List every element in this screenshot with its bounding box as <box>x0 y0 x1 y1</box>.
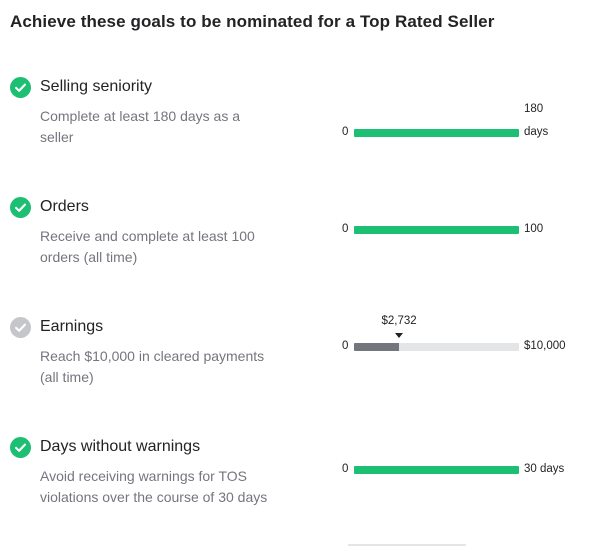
goal-description: Receive and complete at least 100 orders… <box>40 228 255 265</box>
progress-bar: $2,732 0 $10,000 <box>340 314 590 374</box>
bar-start-label: 0 <box>342 463 349 475</box>
goal-earnings: Earnings Reach $10,000 in cleared paymen… <box>0 314 593 427</box>
goal-description: Reach $10,000 in cleared payments (all t… <box>40 348 265 385</box>
bar-end-unit: days <box>524 126 549 138</box>
goal-selling-seniority: Selling seniority Complete at least 180 … <box>0 77 593 187</box>
goal-orders: Orders Receive and complete at least 100… <box>0 197 593 307</box>
bar-end-label: 30 days <box>524 463 565 475</box>
bar-end-value: 180 <box>524 103 544 115</box>
bar-end-label: $10,000 <box>524 340 566 352</box>
check-circle-icon <box>10 437 31 458</box>
bar-fill <box>354 343 400 351</box>
goal-name: Earnings <box>40 318 104 335</box>
page-title: Achieve these goals to be nominated for … <box>10 12 495 31</box>
bar-start-label: 0 <box>342 126 349 138</box>
bar-start-label: 0 <box>342 340 349 352</box>
goal-name: Selling seniority <box>40 78 153 95</box>
goal-name: Orders <box>40 198 89 215</box>
goal-description: Complete at least 180 days as a seller <box>40 108 241 145</box>
check-circle-icon <box>10 317 31 338</box>
bar-fill <box>354 226 519 234</box>
progress-bar: 0 100 <box>340 197 590 257</box>
bar-track <box>354 226 519 234</box>
progress-bar: 180 0 days <box>340 102 590 162</box>
bar-track <box>354 129 519 137</box>
goal-description: Avoid receiving warnings for TOS violati… <box>40 468 268 505</box>
bar-start-label: 0 <box>342 223 349 235</box>
check-circle-icon <box>10 197 31 218</box>
bar-track <box>354 466 519 474</box>
goal-days-without-warnings: Days without warnings Avoid receiving wa… <box>0 437 593 546</box>
check-circle-icon <box>10 77 31 98</box>
bar-track <box>354 343 519 351</box>
bar-fill <box>354 466 519 474</box>
bar-fill <box>354 129 519 137</box>
goal-name: Days without warnings <box>40 438 201 455</box>
current-value-marker <box>395 333 404 338</box>
current-value-label: $2,732 <box>381 315 417 327</box>
bar-end-label: 100 <box>524 223 544 235</box>
progress-bar: 0 30 days <box>340 437 590 497</box>
